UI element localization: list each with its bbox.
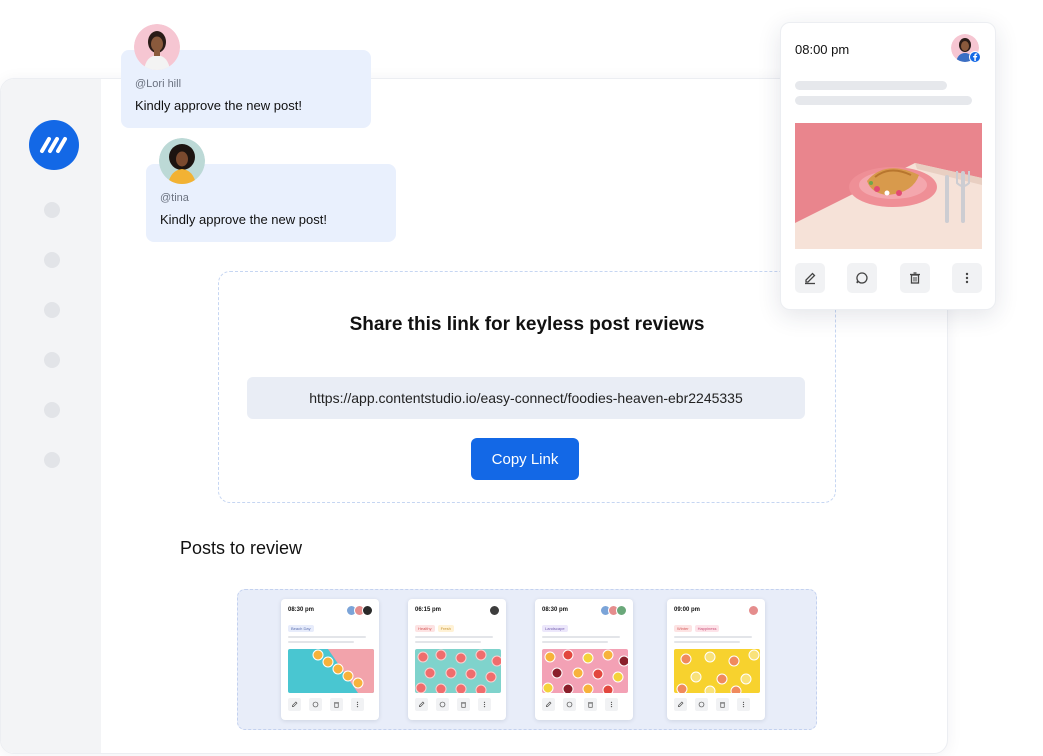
avatar: [159, 138, 205, 184]
post-actions: [288, 698, 364, 711]
trash-icon[interactable]: [899, 263, 930, 293]
text-placeholder: [674, 636, 752, 638]
share-title: Share this link for keyless post reviews: [349, 314, 705, 335]
brand-logo[interactable]: [29, 120, 79, 170]
avatar-group: [600, 605, 627, 616]
text-placeholder: [415, 636, 493, 638]
tag-list: Winter Happiness: [674, 625, 720, 632]
text-placeholder: [415, 641, 481, 643]
post-time: 08:30 pm: [542, 607, 569, 613]
post-time: 08:00 pm: [795, 42, 850, 57]
comment-icon[interactable]: [695, 698, 708, 711]
post-time: 09:00 pm: [674, 607, 701, 613]
post-preview-card[interactable]: 08:00 pm: [780, 22, 996, 310]
comment-icon[interactable]: [309, 698, 322, 711]
tag-list: Landscape: [542, 625, 568, 632]
post-actions: [674, 698, 750, 711]
share-link-card: Share this link for keyless post reviews…: [218, 271, 836, 503]
post-time: 06:15 pm: [415, 607, 442, 613]
edit-icon[interactable]: [542, 698, 555, 711]
posts-to-review-title: Posts to review: [180, 538, 303, 558]
comment-handle: @Lori hill: [135, 78, 182, 90]
trash-icon[interactable]: [330, 698, 343, 711]
edit-icon[interactable]: [415, 698, 428, 711]
facebook-icon: [969, 51, 981, 63]
text-placeholder: [674, 641, 740, 643]
trash-icon[interactable]: [584, 698, 597, 711]
tag-list: Beach Day: [288, 625, 314, 632]
avatar: [362, 605, 373, 616]
comment-icon[interactable]: [436, 698, 449, 711]
avatar-group: [346, 605, 373, 616]
copy-link-button[interactable]: Copy Link: [471, 438, 579, 480]
comment-icon[interactable]: [563, 698, 576, 711]
sidebar-nav-item[interactable]: [44, 202, 60, 218]
trash-icon[interactable]: [716, 698, 729, 711]
review-post-card[interactable]: 08:30 pm Landscape: [535, 599, 633, 720]
more-icon[interactable]: [737, 698, 750, 711]
more-icon[interactable]: [478, 698, 491, 711]
sidebar-nav-item[interactable]: [44, 352, 60, 368]
comment-icon[interactable]: [847, 263, 878, 293]
share-link-field[interactable]: https://app.contentstudio.io/easy-connec…: [247, 377, 805, 419]
post-image: [288, 649, 374, 693]
edit-icon[interactable]: [674, 698, 687, 711]
post-image: [674, 649, 760, 693]
tag: Fresh: [437, 625, 454, 632]
text-placeholder: [795, 96, 972, 105]
sidebar-nav-item[interactable]: [44, 402, 60, 418]
tag: Healthy: [415, 625, 435, 632]
avatar: [748, 605, 759, 616]
text-placeholder: [795, 81, 947, 90]
stage: @Lori hill Kindly approve the new post! …: [0, 0, 1043, 756]
avatar: [489, 605, 500, 616]
sidebar-nav-item[interactable]: [44, 452, 60, 468]
trash-icon[interactable]: [457, 698, 470, 711]
avatar-group: [489, 605, 500, 616]
sidebar: [1, 79, 101, 753]
post-image: [795, 123, 982, 249]
tag: Happiness: [694, 625, 720, 632]
review-post-card[interactable]: 06:15 pm Healthy Fresh: [408, 599, 506, 720]
more-icon[interactable]: [951, 263, 982, 293]
comment-message: Kindly approve the new post!: [135, 98, 302, 113]
post-actions: [795, 263, 982, 293]
logo-stripes-icon: [40, 137, 67, 153]
post-actions: [415, 698, 491, 711]
tag: Landscape: [542, 625, 568, 632]
comment-handle: @tina: [160, 192, 189, 204]
text-placeholder: [542, 636, 620, 638]
avatar: [134, 24, 180, 70]
sidebar-nav-item[interactable]: [44, 252, 60, 268]
post-image: [542, 649, 628, 693]
tag-list: Healthy Fresh: [415, 625, 454, 632]
more-icon[interactable]: [605, 698, 618, 711]
text-placeholder: [542, 641, 608, 643]
avatar-group: [748, 605, 759, 616]
review-post-card[interactable]: 09:00 pm Winter Happiness: [667, 599, 765, 720]
post-actions: [542, 698, 618, 711]
tag: Winter: [674, 625, 692, 632]
more-icon[interactable]: [351, 698, 364, 711]
post-time: 08:30 pm: [288, 607, 315, 613]
text-placeholder: [288, 636, 366, 638]
comment-message: Kindly approve the new post!: [160, 212, 327, 227]
review-post-card[interactable]: 08:30 pm Beach Day: [281, 599, 379, 720]
sidebar-nav-item[interactable]: [44, 302, 60, 318]
post-image: [415, 649, 501, 693]
edit-icon[interactable]: [288, 698, 301, 711]
edit-icon[interactable]: [795, 263, 825, 293]
tag: Beach Day: [288, 625, 314, 632]
text-placeholder: [288, 641, 354, 643]
avatar: [616, 605, 627, 616]
